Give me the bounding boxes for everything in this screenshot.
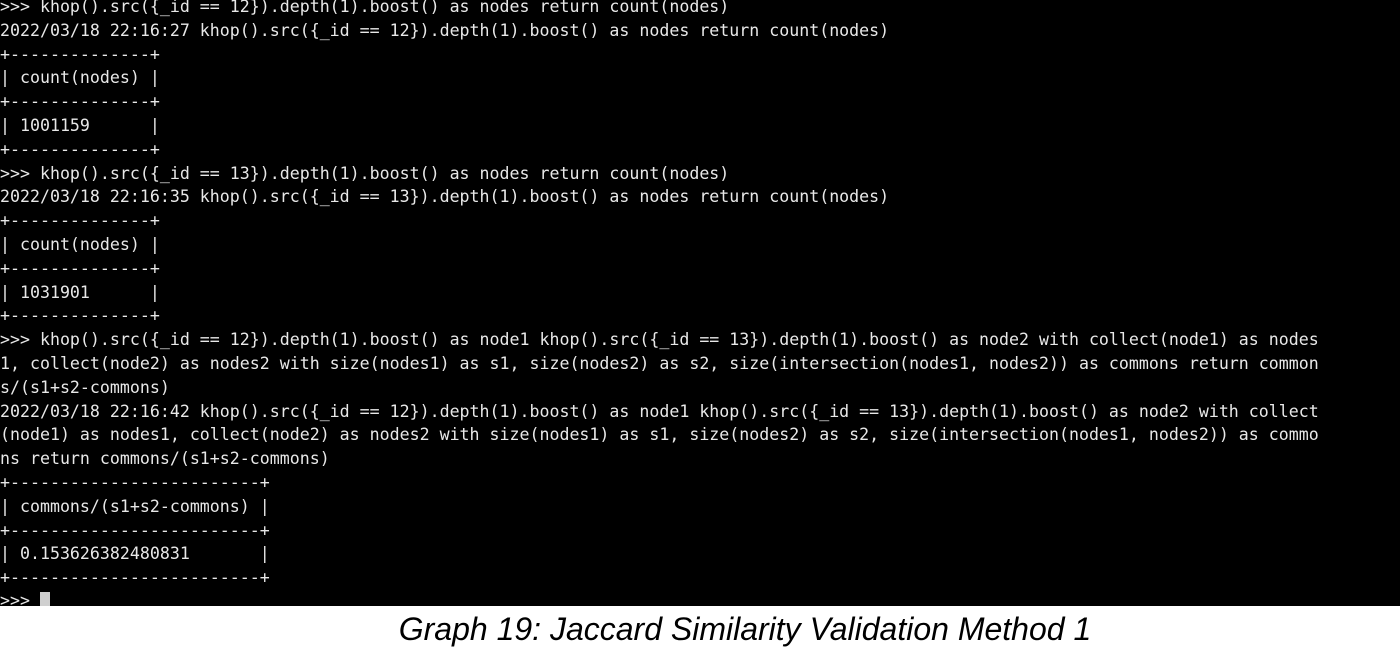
command-line: >>> khop().src({_id == 12}).depth(1).boo…: [0, 0, 730, 16]
table-header: | count(nodes) |: [0, 234, 160, 254]
table-border: +--------------+: [0, 211, 160, 231]
table-header: | commons/(s1+s2-commons) |: [0, 496, 270, 516]
terminal-prompt[interactable]: >>>: [0, 589, 50, 606]
terminal-output: >>> khop().src({_id == 12}).depth(1).boo…: [0, 0, 1319, 590]
terminal-window[interactable]: >>> khop().src({_id == 12}).depth(1).boo…: [0, 0, 1400, 606]
log-line: 2022/03/18 22:16:27 khop().src({_id == 1…: [0, 20, 890, 40]
table-border: +--------------+: [0, 258, 160, 278]
figure-caption: Graph 19: Jaccard Similarity Validation …: [398, 611, 1092, 647]
log-line-wrap: ns return commons/(s1+s2-commons): [0, 449, 330, 469]
table-row: | 0.153626382480831 |: [0, 544, 270, 564]
log-line-wrap: (node1) as nodes1, collect(node2) as nod…: [0, 425, 1319, 445]
table-border: +--------------+: [0, 92, 160, 112]
log-line: 2022/03/18 22:16:35 khop().src({_id == 1…: [0, 187, 890, 207]
table-border: +-------------------------+: [0, 472, 270, 492]
table-row: | 1001159 |: [0, 115, 160, 135]
table-header: | count(nodes) |: [0, 68, 160, 88]
command-line-wrap: s/(s1+s2-commons): [0, 377, 170, 397]
command-line: >>> khop().src({_id == 13}).depth(1).boo…: [0, 163, 730, 183]
table-border: +-------------------------+: [0, 520, 270, 540]
cursor-block: [39, 592, 50, 606]
table-border: +-------------------------+: [0, 568, 270, 588]
table-row: | 1031901 |: [0, 282, 160, 302]
prompt-symbol: >>>: [0, 591, 40, 606]
log-line: 2022/03/18 22:16:42 khop().src({_id == 1…: [0, 401, 1319, 421]
table-border: +--------------+: [0, 306, 160, 326]
command-line: >>> khop().src({_id == 12}).depth(1).boo…: [0, 330, 1319, 350]
command-line-wrap: 1, collect(node2) as nodes2 with size(no…: [0, 353, 1319, 373]
table-border: +--------------+: [0, 44, 160, 64]
table-border: +--------------+: [0, 139, 160, 159]
